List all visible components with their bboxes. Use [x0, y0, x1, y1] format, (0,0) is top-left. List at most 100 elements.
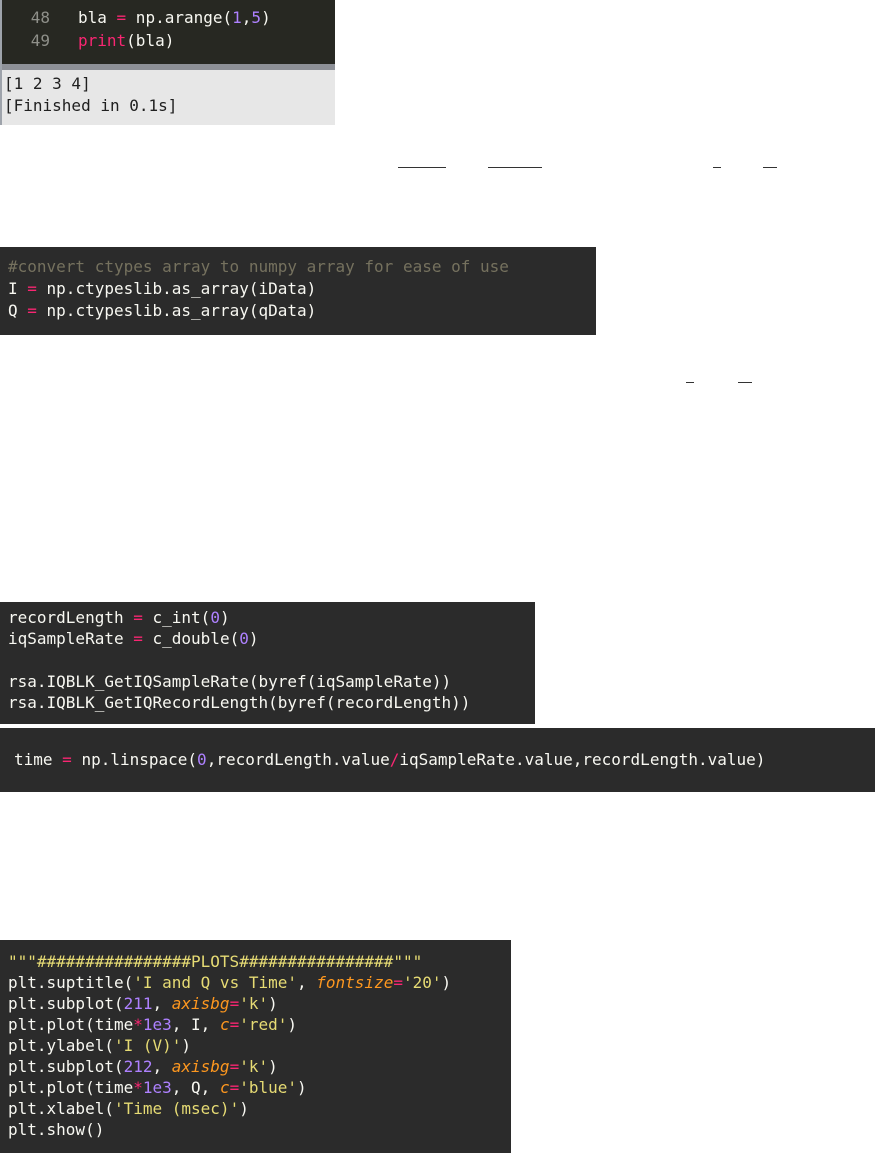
code-token: =: [229, 1078, 240, 1097]
code-token: ,: [241, 8, 252, 27]
code-token: ): [261, 8, 271, 27]
code-token: np.ctypeslib.as_array(iData): [36, 279, 317, 298]
code-line: plt.xlabel('Time (msec)'): [8, 1099, 249, 1119]
code-token: plt.suptitle(: [8, 973, 134, 992]
code-line: rsa.IQBLK_GetIQRecordLength(byref(record…: [8, 693, 470, 713]
code-token: ): [441, 973, 452, 992]
code-line: Q = np.ctypeslib.as_array(qData): [8, 301, 316, 321]
panel-divider[interactable]: [2, 64, 335, 70]
line-number: 48: [30, 8, 50, 27]
code-block-record: recordLength = c_int(0) iqSampleRate = c…: [0, 602, 535, 724]
code-token: ): [268, 994, 278, 1013]
code-token: plt.subplot(: [8, 994, 124, 1013]
code-token: 'k': [239, 994, 269, 1013]
code-token: , Q,: [171, 1078, 220, 1097]
editor-output-panel: 48 bla = np.arange(1,5) 49 print(bla) [1…: [0, 0, 335, 125]
code-token: plt.show(): [8, 1120, 105, 1139]
code-editor[interactable]: 48 bla = np.arange(1,5) 49 print(bla): [2, 0, 335, 64]
code-token: 212: [123, 1057, 153, 1076]
fraction-bar: [686, 382, 694, 383]
code-token: #convert ctypes array to numpy array for…: [8, 257, 509, 276]
code-token: np.arange(: [126, 8, 233, 27]
code-token: """################PLOTS################…: [8, 952, 423, 971]
code-token: =: [62, 750, 72, 769]
code-token: c_double(: [142, 629, 240, 648]
code-token: 'blue': [239, 1078, 298, 1097]
code-token: plt.ylabel(: [8, 1036, 114, 1055]
code-line: time = np.linspace(0,recordLength.value/…: [14, 750, 765, 770]
code-token: ): [268, 1057, 278, 1076]
code-token: print: [78, 31, 127, 50]
code-token: ,recordLength.value: [206, 750, 390, 769]
code-token: ,: [297, 973, 317, 992]
code-token: =: [27, 279, 37, 298]
code-token: 'I (V)': [113, 1036, 182, 1055]
code-token: Q: [8, 301, 28, 320]
code-token: iqSampleRate: [8, 629, 134, 648]
fraction-bar: [713, 167, 721, 168]
code-token: '20': [402, 973, 442, 992]
code-line: """################PLOTS################…: [8, 952, 422, 972]
code-token: *: [133, 1015, 143, 1034]
code-line: plt.show(): [8, 1120, 104, 1140]
code-token: =: [116, 8, 127, 27]
code-token: =: [229, 994, 240, 1013]
code-token: /: [389, 750, 400, 769]
code-line: plt.suptitle('I and Q vs Time', fontsize…: [8, 973, 451, 993]
code-token: =: [27, 301, 37, 320]
code-block-convert: #convert ctypes array to numpy array for…: [0, 247, 596, 335]
code-token: 1e3: [142, 1015, 172, 1034]
code-token: recordLength: [8, 608, 134, 627]
code-token: 0: [210, 608, 220, 627]
code-line: #convert ctypes array to numpy array for…: [8, 257, 509, 277]
code-token: ): [219, 608, 230, 627]
code-token: , I,: [171, 1015, 220, 1034]
code-token: ): [287, 1015, 298, 1034]
line-number: 49: [30, 31, 50, 50]
code-token: =: [229, 1015, 240, 1034]
code-token: iqSampleRate.value,recordLength.value): [399, 750, 766, 769]
code-line: rsa.IQBLK_GetIQSampleRate(byref(iqSample…: [8, 672, 451, 692]
code-token: 'k': [239, 1057, 269, 1076]
code-line: plt.plot(time*1e3, I, c='red'): [8, 1015, 297, 1035]
code-token: plt.xlabel(: [8, 1099, 114, 1118]
code-token: =: [133, 629, 143, 648]
code-token: =: [229, 1057, 240, 1076]
code-token: (bla): [126, 31, 175, 50]
code-token: fontsize: [316, 973, 394, 992]
code-line: plt.ylabel('I (V)'): [8, 1036, 191, 1056]
code-token: axisbg: [171, 1057, 230, 1076]
fraction-bar: [738, 382, 752, 383]
code-token: plt.plot(time: [8, 1015, 134, 1034]
code-line: plt.subplot(211, axisbg='k'): [8, 994, 278, 1014]
code-token: ): [248, 629, 259, 648]
code-token: *: [133, 1078, 143, 1097]
code-token: 1: [232, 8, 242, 27]
code-block-time: time = np.linspace(0,recordLength.value/…: [0, 728, 875, 792]
fraction-bar: [488, 167, 542, 168]
code-token: ): [181, 1036, 192, 1055]
fraction-bar: [398, 167, 446, 168]
code-line: iqSampleRate = c_double(0): [8, 629, 258, 649]
code-token: bla: [78, 8, 117, 27]
code-line: I = np.ctypeslib.as_array(iData): [8, 279, 316, 299]
code-token: 'I and Q vs Time': [133, 973, 297, 992]
code-token: ): [239, 1099, 249, 1118]
fraction-bar: [763, 167, 777, 168]
code-line: print(bla): [78, 31, 174, 51]
code-line: plt.subplot(212, axisbg='k'): [8, 1057, 278, 1077]
code-token: 'Time (msec)': [113, 1099, 240, 1118]
code-token: =: [133, 608, 143, 627]
code-token: np.linspace(: [71, 750, 198, 769]
code-token: 0: [239, 629, 249, 648]
code-token: plt.subplot(: [8, 1057, 124, 1076]
code-line: recordLength = c_int(0): [8, 608, 230, 628]
code-line: plt.plot(time*1e3, Q, c='blue'): [8, 1078, 307, 1098]
code-token: 'red': [239, 1015, 288, 1034]
code-token: rsa.IQBLK_GetIQRecordLength(byref(record…: [8, 693, 471, 712]
code-token: np.ctypeslib.as_array(qData): [36, 301, 317, 320]
console-output-line: [1 2 3 4]: [4, 74, 91, 93]
code-token: time: [14, 750, 63, 769]
code-block-plots: """################PLOTS################…: [0, 940, 511, 1153]
